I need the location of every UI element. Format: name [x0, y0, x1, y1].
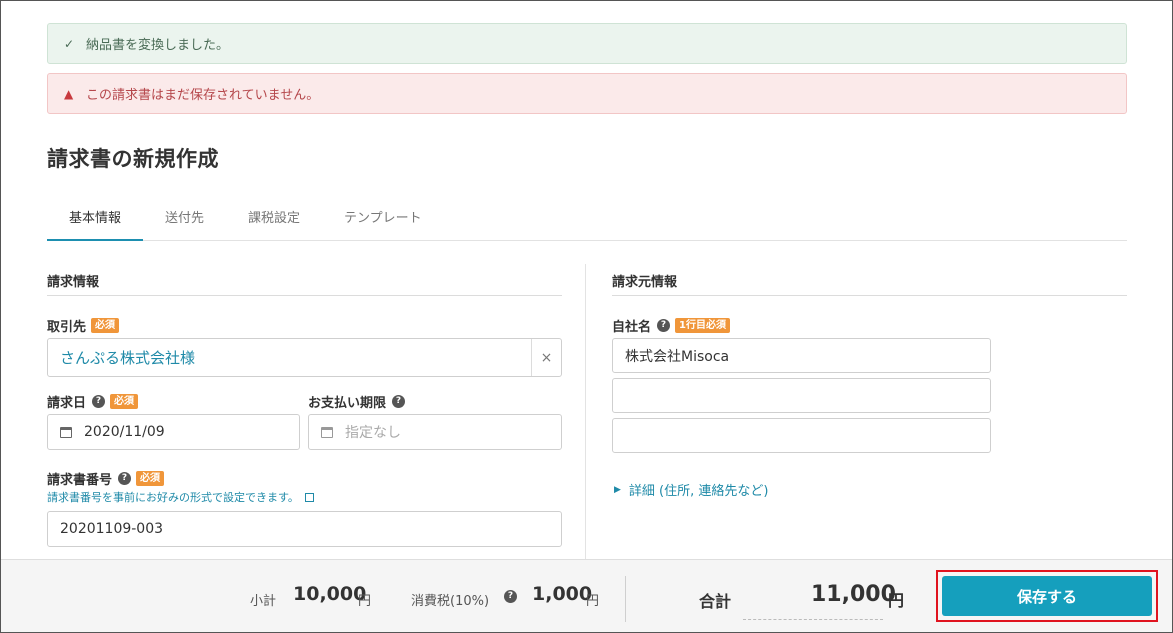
client-label-text: 取引先: [47, 320, 87, 335]
help-icon[interactable]: ?: [657, 319, 671, 332]
company-name-label-text: 自社名: [612, 320, 652, 335]
due-date-label: お支払い期限 ?: [308, 392, 406, 411]
due-date-placeholder: 指定なし: [345, 425, 401, 441]
check-icon: ✓: [64, 36, 75, 51]
page-title: 請求書の新規作成: [47, 147, 219, 171]
success-alert-text: 納品書を変換しました。: [86, 38, 230, 53]
due-date-label-text: お支払い期限: [308, 396, 387, 411]
invoice-number-hint-text: 請求書番号を事前にお好みの形式で設定できます。: [47, 491, 299, 504]
required-badge: 必須: [110, 394, 139, 409]
tab-basic-info[interactable]: 基本情報: [47, 199, 144, 241]
issuer-section-heading: 請求元情報: [612, 275, 678, 290]
company-name-line1-input[interactable]: 株式会社Misoca: [612, 338, 991, 373]
invoice-date-label-text: 請求日: [47, 396, 87, 411]
client-label: 取引先 必須: [47, 316, 120, 335]
required-badge: 必須: [91, 318, 120, 333]
tax-value: 1,000: [532, 583, 593, 605]
tab-template[interactable]: テンプレート: [322, 199, 444, 241]
invoice-date-value: 2020/11/09: [84, 424, 165, 440]
invoice-number-settings-link[interactable]: 請求書番号を事前にお好みの形式で設定できます。: [47, 489, 314, 505]
tab-bar: 基本情報 送付先 課税設定 テンプレート: [47, 199, 1127, 241]
subtotal-label: 小計: [250, 594, 277, 609]
invoice-number-value: 20201109-003: [60, 521, 164, 537]
invoice-editor: ✓ 納品書を変換しました。 ▲ この請求書はまだ保存されていません。 請求書の新…: [0, 0, 1173, 633]
issuer-details-toggle[interactable]: ▶ 詳細 (住所, 連絡先など): [614, 480, 768, 499]
issuer-details-text: 詳細 (住所, 連絡先など): [628, 484, 769, 499]
issuer-section-divider: [612, 295, 1127, 296]
unsaved-alert-text: この請求書はまだ保存されていません。: [86, 88, 320, 103]
unsaved-alert: ▲ この請求書はまだ保存されていません。: [47, 73, 1127, 114]
company-name-line2-input[interactable]: [612, 378, 991, 413]
tab-destination[interactable]: 送付先: [143, 199, 226, 241]
company-name-line1-value: 株式会社Misoca: [625, 348, 730, 365]
calendar-icon: [321, 426, 333, 438]
invoice-number-label-text: 請求書番号: [47, 473, 113, 488]
close-icon: ×: [540, 349, 553, 366]
footer-divider: [625, 576, 626, 622]
help-icon[interactable]: ?: [392, 395, 406, 408]
help-icon[interactable]: ?: [504, 590, 517, 603]
subtotal-value: 10,000: [293, 583, 367, 605]
due-date-input[interactable]: 指定なし: [308, 414, 562, 450]
subtotal-unit: 円: [358, 594, 372, 609]
help-icon[interactable]: ?: [118, 472, 132, 485]
invoice-date-input[interactable]: 2020/11/09: [47, 414, 300, 450]
total-value: 11,000: [811, 582, 896, 607]
invoice-number-input[interactable]: 20201109-003: [47, 511, 562, 547]
company-name-line3-input[interactable]: [612, 418, 991, 453]
company-name-label: 自社名 ? 1行目必須: [612, 316, 730, 335]
invoice-date-label: 請求日 ? 必須: [47, 392, 139, 411]
calendar-icon: [60, 426, 72, 438]
tax-label: 消費税(10%): [411, 594, 490, 609]
required-badge: 1行目必須: [675, 318, 730, 333]
billing-section-heading: 請求情報: [47, 275, 100, 290]
save-button[interactable]: 保存する: [942, 576, 1152, 616]
billing-section-divider: [47, 295, 562, 296]
invoice-number-label: 請求書番号 ? 必須: [47, 469, 165, 488]
total-underline: [743, 619, 883, 620]
external-link-icon: [304, 493, 314, 502]
total-label: 合計: [699, 592, 732, 611]
column-divider: [585, 264, 586, 560]
help-icon[interactable]: ?: [92, 395, 106, 408]
total-unit: 円: [888, 591, 905, 610]
success-alert: ✓ 納品書を変換しました。: [47, 23, 1127, 64]
clear-client-button[interactable]: ×: [531, 339, 561, 376]
tax-unit: 円: [586, 594, 600, 609]
client-input[interactable]: さんぷる株式会社様 ×: [47, 338, 562, 377]
warning-icon: ▲: [64, 86, 74, 101]
tab-tax-settings[interactable]: 課税設定: [226, 199, 322, 241]
caret-right-icon: ▶: [614, 484, 621, 495]
required-badge: 必須: [136, 471, 165, 486]
client-input-value: さんぷる株式会社様: [60, 349, 196, 367]
